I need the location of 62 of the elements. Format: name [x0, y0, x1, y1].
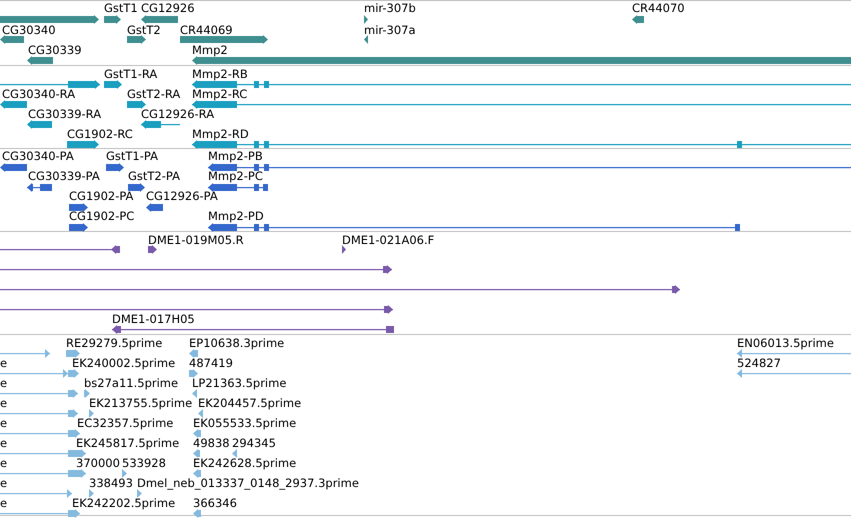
- feature-label: CG1902-PC: [69, 209, 134, 223]
- feature-label: 533928: [122, 456, 166, 470]
- feature-label: EK245817.5prime: [76, 436, 180, 450]
- feature-label: e: [0, 476, 8, 490]
- feature-label: e: [0, 456, 8, 470]
- feature-label: GstT2: [127, 23, 161, 37]
- feature-label: 370000: [76, 456, 120, 470]
- feature-label: EN06013.5prime: [737, 336, 834, 350]
- feature-label: Mmp2-RB: [192, 67, 248, 81]
- feature-label: 487419: [189, 356, 233, 370]
- feature-label: Mmp2-RD: [192, 127, 249, 141]
- feature-label: Mmp2: [192, 43, 228, 57]
- feature-label: GstT2-PA: [128, 169, 180, 183]
- feature-label: bs27a11.5prime: [84, 376, 178, 390]
- feature-label: EK055533.5prime: [193, 416, 296, 430]
- feature-label: DME1-019M05.R: [148, 233, 244, 247]
- feature-label: RE29279.5prime: [66, 336, 162, 350]
- feature-label: CG1902-PA: [69, 189, 134, 203]
- feature-label: GstT2-RA: [127, 87, 180, 101]
- feature-label: CG30339-RA: [28, 107, 102, 121]
- feature-label: CG30339-PA: [28, 169, 100, 183]
- feature-label: e: [0, 496, 8, 510]
- feature-label: 294345: [232, 436, 276, 450]
- feature-label: CG30339: [28, 43, 82, 57]
- feature-label: EP10638.3prime: [189, 336, 284, 350]
- feature-label: EK242202.5prime: [72, 496, 176, 510]
- feature-label: CR44070: [632, 1, 685, 15]
- feature-label: EK204457.5prime: [198, 396, 302, 410]
- feature-label: EC32357.5prime: [77, 416, 174, 430]
- feature-label: GstT1-RA: [104, 67, 158, 81]
- feature-label: Mmp2-PB: [208, 149, 263, 163]
- feature-label: CG30340-RA: [2, 87, 76, 101]
- feature-label: 366346: [193, 496, 237, 510]
- feature-label: EK242628.5prime: [193, 456, 296, 470]
- feature-label: GstT1-PA: [106, 149, 158, 163]
- feature-label: EK213755.5prime: [89, 396, 192, 410]
- feature-label: e: [0, 396, 8, 410]
- feature-label: CG12926-PA: [146, 189, 218, 203]
- feature-label: Mmp2-PC: [208, 169, 263, 183]
- feature-label: e: [0, 376, 8, 390]
- feature-label: 524827: [737, 356, 781, 370]
- feature-label: 49838: [193, 436, 230, 450]
- feature-label: CG30340: [2, 23, 56, 37]
- feature-label: CR44069: [180, 23, 233, 37]
- feature-label: CG1902-RC: [67, 127, 133, 141]
- feature-label: 338493: [89, 476, 133, 490]
- feature-label: CG12926-RA: [141, 107, 214, 121]
- feature-label: e: [0, 416, 8, 430]
- feature-label: GstT1: [104, 1, 138, 15]
- feature-label: EK240002.5prime: [72, 356, 176, 370]
- feature-label: CG12926: [141, 1, 195, 15]
- feature-label: DME1-021A06.F: [342, 233, 434, 247]
- feature-label: Dmel_neb_013337_0148_2937.3prime: [137, 476, 359, 490]
- feature-label: DME1-017H05: [112, 312, 195, 326]
- feature-label: CG30340-PA: [2, 149, 74, 163]
- feature-label: e: [0, 356, 8, 370]
- feature-label: Mmp2-RC: [192, 87, 248, 101]
- feature-label: e: [0, 436, 8, 450]
- feature-label: Mmp2-PD: [208, 209, 264, 223]
- feature-label: LP21363.5prime: [192, 376, 286, 390]
- feature-label: mir-307b: [364, 1, 416, 15]
- feature-label: mir-307a: [364, 23, 416, 37]
